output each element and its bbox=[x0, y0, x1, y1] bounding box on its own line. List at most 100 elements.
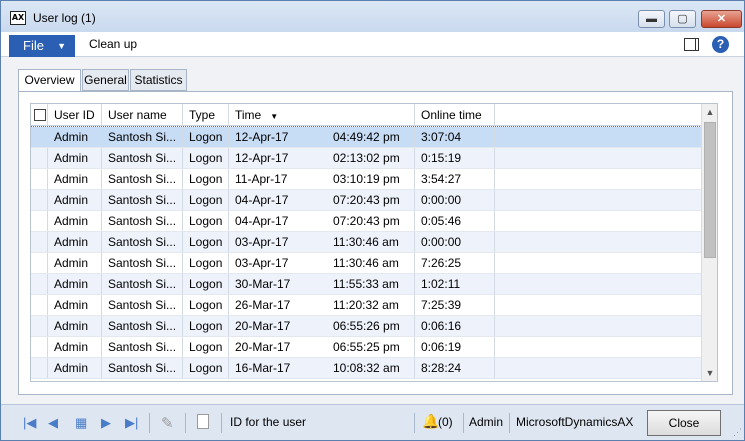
cell-online-time: 0:06:19 bbox=[415, 337, 495, 357]
vertical-scrollbar[interactable]: ▲ ▼ bbox=[701, 104, 717, 381]
cell-online-time: 0:05:46 bbox=[415, 211, 495, 231]
cell-user-name: Santosh Si... bbox=[102, 232, 183, 252]
cell-time: 06:55:26 pm bbox=[329, 316, 415, 336]
cell-date: 12-Apr-17 bbox=[235, 151, 289, 165]
table-row[interactable]: Admin Santosh Si... Logon 26-Mar-17 11:20:32… bbox=[31, 295, 701, 316]
window-title: User log (1) bbox=[33, 11, 96, 25]
clean-up-button[interactable]: Clean up bbox=[89, 37, 137, 51]
cell-user-name: Santosh Si... bbox=[102, 169, 183, 189]
cell-date: 11-Apr-17 bbox=[235, 172, 288, 186]
select-all-checkbox[interactable] bbox=[34, 109, 46, 121]
cell-time: 04:49:42 pm bbox=[329, 127, 415, 147]
minimize-button[interactable]: ▬ bbox=[638, 10, 665, 28]
column-header-user-name[interactable]: User name bbox=[102, 104, 183, 126]
cell-type: Logon bbox=[183, 316, 229, 336]
cell-online-time: 0:00:00 bbox=[415, 232, 495, 252]
title-bar[interactable]: AX User log (1) ▬ ▢ ✕ bbox=[1, 1, 744, 32]
table-row[interactable]: Admin Santosh Si... Logon 12-Apr-17 04:49:42… bbox=[31, 126, 702, 149]
cell-type: Logon bbox=[183, 211, 229, 231]
cell-date: 03-Apr-17 bbox=[235, 256, 289, 270]
window-close-button[interactable]: ✕ bbox=[701, 10, 742, 28]
divider bbox=[463, 413, 464, 433]
cell-type: Logon bbox=[183, 274, 229, 294]
cell-user-id: Admin bbox=[31, 148, 102, 168]
table-row[interactable]: Admin Santosh Si... Logon 04-Apr-17 07:20:43… bbox=[31, 190, 701, 211]
table-row[interactable]: Admin Santosh Si... Logon 20-Mar-17 06:55:26… bbox=[31, 316, 701, 337]
cell-date: 26-Mar-17 bbox=[235, 298, 291, 312]
first-record-icon[interactable]: |◀ bbox=[23, 415, 36, 431]
user-log-grid: User ID User name Type Time ▼ Online time… bbox=[30, 103, 718, 382]
table-row[interactable]: Admin Santosh Si... Logon 20-Mar-17 06:55:25… bbox=[31, 337, 701, 358]
tab-overview[interactable]: Overview bbox=[18, 69, 81, 92]
previous-record-icon[interactable]: ◀ bbox=[48, 415, 58, 431]
cell-type: Logon bbox=[183, 148, 229, 168]
record-list-icon[interactable]: ▦ bbox=[75, 415, 87, 431]
cell-user-id: Admin bbox=[31, 190, 102, 210]
cell-time: 11:30:46 am bbox=[329, 232, 415, 252]
cell-date: 12-Apr-17 bbox=[235, 130, 289, 144]
table-row[interactable]: Admin Santosh Si... Logon 03-Apr-17 11:30:46… bbox=[31, 232, 701, 253]
cell-time: 02:13:02 pm bbox=[329, 148, 415, 168]
cell-time: 11:30:46 am bbox=[329, 253, 415, 273]
tab-general[interactable]: General bbox=[82, 69, 129, 91]
status-help-text: ID for the user bbox=[230, 415, 307, 429]
cell-online-time: 8:28:24 bbox=[415, 358, 495, 378]
cell-time: 07:20:43 pm bbox=[329, 190, 415, 210]
file-menu-button[interactable]: File ▼ bbox=[9, 35, 75, 57]
cell-user-id: Admin bbox=[31, 253, 102, 273]
cell-user-id: Admin bbox=[31, 358, 102, 378]
cell-user-id: Admin bbox=[31, 295, 102, 315]
cell-user-id: Admin bbox=[31, 337, 102, 357]
cell-date: 04-Apr-17 bbox=[235, 214, 289, 228]
column-header-time-label: Time bbox=[235, 108, 262, 122]
cell-date: 04-Apr-17 bbox=[235, 193, 289, 207]
cell-date: 16-Mar-17 bbox=[235, 361, 291, 375]
current-company: MicrosoftDynamicsAX bbox=[516, 415, 634, 429]
notification-bell-icon[interactable]: 🔔 bbox=[422, 413, 439, 430]
scroll-thumb[interactable] bbox=[704, 122, 716, 258]
cell-user-id: Admin bbox=[31, 232, 102, 252]
grid-rows: Admin Santosh Si... Logon 12-Apr-17 04:49:42… bbox=[31, 126, 702, 379]
close-button[interactable]: Close bbox=[647, 410, 721, 436]
cell-online-time: 7:25:39 bbox=[415, 295, 495, 315]
cell-type: Logon bbox=[183, 127, 229, 147]
divider bbox=[221, 413, 222, 433]
edit-pencil-icon[interactable]: ✎ bbox=[161, 414, 174, 432]
column-header-online-time[interactable]: Online time bbox=[415, 104, 495, 126]
help-icon[interactable]: ? bbox=[712, 36, 729, 53]
divider bbox=[185, 413, 186, 433]
layout-toggle-icon[interactable] bbox=[684, 38, 699, 51]
last-record-icon[interactable]: ▶| bbox=[125, 415, 138, 431]
table-row[interactable]: Admin Santosh Si... Logon 11-Apr-17 03:10:19… bbox=[31, 169, 701, 190]
scroll-up-arrow-icon[interactable]: ▲ bbox=[702, 104, 717, 120]
table-row[interactable]: Admin Santosh Si... Logon 12-Apr-17 02:13:02… bbox=[31, 148, 701, 169]
status-bar: |◀ ◀ ▦ ▶ ▶| ✎ ID for the user 🔔 (0) Admi… bbox=[1, 404, 744, 440]
cell-user-name: Santosh Si... bbox=[102, 295, 183, 315]
column-header-time[interactable]: Time ▼ bbox=[229, 104, 415, 126]
maximize-button[interactable]: ▢ bbox=[669, 10, 696, 28]
cell-user-id: Admin bbox=[31, 211, 102, 231]
cell-online-time: 0:15:19 bbox=[415, 148, 495, 168]
scroll-down-arrow-icon[interactable]: ▼ bbox=[702, 365, 717, 381]
table-row[interactable]: Admin Santosh Si... Logon 30-Mar-17 11:55:33… bbox=[31, 274, 701, 295]
resize-grip-icon[interactable]: ⋰ bbox=[733, 427, 742, 438]
cell-type: Logon bbox=[183, 253, 229, 273]
column-header-user-id[interactable]: User ID bbox=[48, 104, 102, 126]
cell-time: 06:55:25 pm bbox=[329, 337, 415, 357]
cell-date: 20-Mar-17 bbox=[235, 319, 291, 333]
document-icon[interactable] bbox=[197, 414, 209, 429]
cell-user-id: Admin bbox=[31, 274, 102, 294]
cell-date: 20-Mar-17 bbox=[235, 340, 291, 354]
cell-user-id: Admin bbox=[31, 169, 102, 189]
notification-count[interactable]: (0) bbox=[438, 415, 453, 429]
table-row[interactable]: Admin Santosh Si... Logon 04-Apr-17 07:20:43… bbox=[31, 211, 701, 232]
divider bbox=[509, 413, 510, 433]
tab-statistics[interactable]: Statistics bbox=[130, 69, 187, 91]
table-row[interactable]: Admin Santosh Si... Logon 03-Apr-17 11:30:46… bbox=[31, 253, 701, 274]
table-row[interactable]: Admin Santosh Si... Logon 16-Mar-17 10:08:32… bbox=[31, 358, 701, 379]
cell-type: Logon bbox=[183, 358, 229, 378]
divider bbox=[414, 413, 415, 433]
column-header-type[interactable]: Type bbox=[183, 104, 229, 126]
next-record-icon[interactable]: ▶ bbox=[101, 415, 111, 431]
menu-bar: File ▼ Clean up ? bbox=[1, 32, 744, 57]
